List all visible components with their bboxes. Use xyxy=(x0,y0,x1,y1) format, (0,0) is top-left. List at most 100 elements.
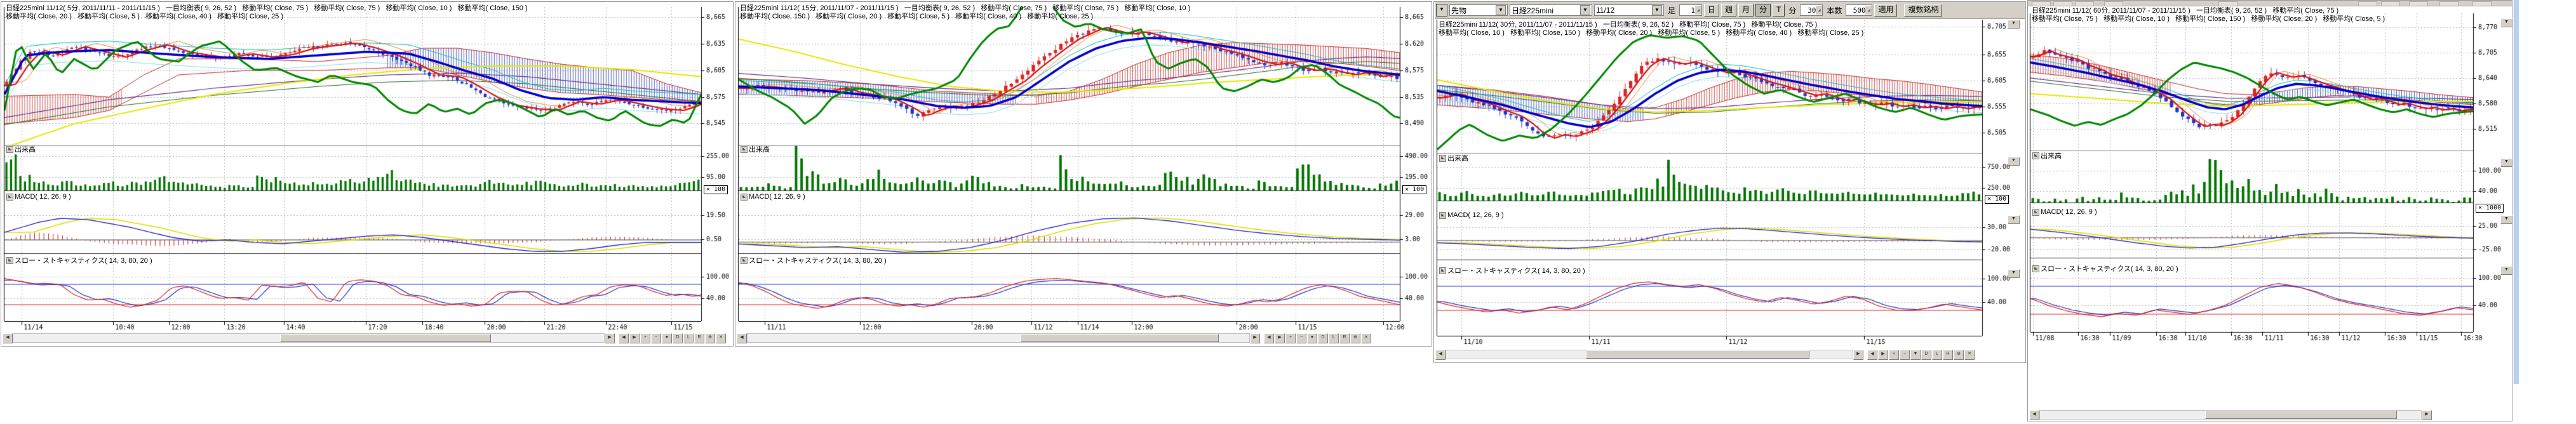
tool-⊕-icon[interactable]: ⊕ xyxy=(1954,350,1964,360)
chart-window-15min: 日経225mini 11/12( 15分, 2011/11/07 - 2011/… xyxy=(735,1,1432,347)
scrollbar-track[interactable] xyxy=(13,333,605,343)
stochastics-pane-collapse-button[interactable]: ▼ xyxy=(2500,266,2512,275)
volume-pane-collapse-button[interactable]: ▼ xyxy=(2008,157,2020,166)
tool-✕-icon[interactable]: ✕ xyxy=(1964,350,1975,360)
pane-marker-icon[interactable]: ◣ xyxy=(1439,155,1446,162)
scroll-left-icon[interactable]: ◀ xyxy=(1435,350,1446,360)
period-tick-button[interactable]: T xyxy=(1773,4,1785,17)
tool-L-icon[interactable]: L xyxy=(1329,333,1339,343)
tool-D-icon[interactable]: D xyxy=(1921,350,1931,360)
count-spinner[interactable]: 500 ◢ xyxy=(1846,4,1872,16)
tool-−-icon[interactable]: − xyxy=(651,333,661,343)
scrollbar-track[interactable] xyxy=(2039,410,2422,420)
bar-count-spinner[interactable]: 1 ◢ xyxy=(1679,4,1702,16)
volume-pane-label: ◣ 出来高 xyxy=(6,144,36,154)
scroll-left-icon[interactable]: ◀ xyxy=(737,333,747,343)
scroll-right-icon[interactable]: ▶ xyxy=(1853,350,1863,360)
horizontal-scrollbar[interactable]: ◀ ▶ xyxy=(2029,410,2511,420)
scrollbar-thumb[interactable] xyxy=(1021,334,1219,342)
scroll-left-icon[interactable]: ◀ xyxy=(3,333,13,343)
tool-✕-icon[interactable]: ✕ xyxy=(716,333,726,343)
tool-+-icon[interactable]: + xyxy=(1285,333,1296,343)
horizontal-scrollbar[interactable]: ◀ ▶ ◀▶+−▼DLR⊕✕ xyxy=(737,333,1430,343)
tool-R-icon[interactable]: R xyxy=(694,333,704,343)
pane-marker-icon[interactable]: ◣ xyxy=(2032,265,2039,272)
scrollbar-thumb[interactable] xyxy=(280,334,491,342)
period-minute-button[interactable]: 分 xyxy=(1755,4,1771,17)
chart-canvas-60min[interactable] xyxy=(2028,1,2512,421)
tool-✕-icon[interactable]: ✕ xyxy=(1361,333,1371,343)
price-pane-collapse-button[interactable]: ▼ xyxy=(2008,20,2020,29)
tool-◀-icon[interactable]: ◀ xyxy=(1867,350,1877,360)
scrollbar-track[interactable] xyxy=(1446,350,1853,359)
pane-marker-icon[interactable]: ◣ xyxy=(6,257,13,264)
tool-⊕-icon[interactable]: ⊕ xyxy=(1350,333,1360,343)
tool-▶-icon[interactable]: ▶ xyxy=(1878,350,1888,360)
macd-pane-collapse-button[interactable]: ▼ xyxy=(2008,215,2020,224)
tool-L-icon[interactable]: L xyxy=(683,333,694,343)
tool-−-icon[interactable]: − xyxy=(1296,333,1306,343)
spinner-icon[interactable]: ◢ xyxy=(1695,6,1701,15)
tool-▼-icon[interactable]: ▼ xyxy=(1910,350,1921,360)
tool-D-icon[interactable]: D xyxy=(1318,333,1328,343)
macd-pane-collapse-button[interactable]: ▼ xyxy=(2500,215,2512,224)
chart-canvas-5min[interactable] xyxy=(1,2,733,346)
tool-▼-icon[interactable]: ▼ xyxy=(662,333,672,343)
multi-symbol-button[interactable]: 複数銘柄 xyxy=(1904,4,1942,17)
tool-▼-icon[interactable]: ▼ xyxy=(1307,333,1317,343)
chevron-down-icon[interactable]: ▼ xyxy=(1580,5,1590,15)
scrollbar-thumb[interactable] xyxy=(2205,411,2397,419)
period-daily-button[interactable]: 日 xyxy=(1704,4,1719,17)
apply-button[interactable]: 適用 xyxy=(1874,4,1897,17)
pane-marker-icon[interactable]: ◣ xyxy=(1439,267,1446,274)
tool-+-icon[interactable]: + xyxy=(640,333,650,343)
symbol-select[interactable]: 日経225mini ▼ xyxy=(1510,4,1592,16)
scrollbar-thumb[interactable] xyxy=(1586,350,1809,359)
horizontal-scrollbar[interactable]: ◀ ▶ ◀▶+−▼DLR⊕✕ xyxy=(3,333,732,343)
scroll-left-icon[interactable]: ◀ xyxy=(2029,410,2039,420)
tool-+-icon[interactable]: + xyxy=(1889,350,1899,360)
scroll-right-icon[interactable]: ▶ xyxy=(2422,410,2432,420)
pane-marker-icon[interactable]: ◣ xyxy=(6,146,13,153)
chart-title-line1: 日経225mini 11/12( 60分, 2011/11/07 - 2011/… xyxy=(2032,7,2338,15)
tool-▶-icon[interactable]: ▶ xyxy=(629,333,640,343)
tool-−-icon[interactable]: − xyxy=(1900,350,1910,360)
period-monthly-button[interactable]: 月 xyxy=(1738,4,1754,17)
pane-marker-icon[interactable]: ◣ xyxy=(1439,212,1446,219)
chevron-down-icon[interactable]: ▼ xyxy=(1496,5,1506,15)
spinner-icon[interactable]: ◢ xyxy=(1865,6,1872,15)
chart-canvas-15min[interactable] xyxy=(735,2,1432,346)
chart-canvas-30min[interactable] xyxy=(1434,2,2025,362)
tool-D-icon[interactable]: D xyxy=(673,333,683,343)
pane-marker-icon[interactable]: ◣ xyxy=(741,194,748,201)
tool-▶-icon[interactable]: ▶ xyxy=(1275,333,1285,343)
period-weekly-button[interactable]: 週 xyxy=(1721,4,1736,17)
scroll-right-icon[interactable]: ▶ xyxy=(1250,333,1260,343)
tool-R-icon[interactable]: R xyxy=(1943,350,1953,360)
volume-pane-title: 出来高 xyxy=(2041,150,2062,161)
chevron-down-icon[interactable]: ▼ xyxy=(1652,5,1662,15)
stochastics-pane-collapse-button[interactable]: ▼ xyxy=(2008,269,2020,278)
pane-marker-icon[interactable]: ◣ xyxy=(741,257,748,264)
market-select[interactable]: 先物 ▼ xyxy=(1449,4,1508,16)
price-pane-collapse-button[interactable]: ▼ xyxy=(2500,18,2512,27)
pane-marker-icon[interactable]: ◣ xyxy=(6,194,13,201)
tool-R-icon[interactable]: R xyxy=(1339,333,1350,343)
pane-marker-icon[interactable]: ◣ xyxy=(741,146,748,153)
minute-spinner[interactable]: 30 ◢ xyxy=(1800,4,1823,16)
pane-marker-icon[interactable]: ◣ xyxy=(2032,152,2039,159)
app-vertical-scrollbar[interactable] xyxy=(2514,0,2519,384)
spinner-icon[interactable]: ◢ xyxy=(1816,6,1822,15)
pane-marker-icon[interactable]: ◣ xyxy=(2032,209,2039,216)
minute-value: 30 xyxy=(1808,6,1816,15)
tool-◀-icon[interactable]: ◀ xyxy=(1264,333,1274,343)
tool-◀-icon[interactable]: ◀ xyxy=(619,333,629,343)
volume-pane-collapse-button[interactable]: ▼ xyxy=(2500,158,2512,167)
scrollbar-track[interactable] xyxy=(747,333,1250,343)
contract-select[interactable]: 11/12 ▼ xyxy=(1594,4,1664,16)
scroll-right-icon[interactable]: ▶ xyxy=(605,333,615,343)
tool-⊕-icon[interactable]: ⊕ xyxy=(705,333,715,343)
tool-L-icon[interactable]: L xyxy=(1932,350,1942,360)
window-menu-button[interactable]: ▼ xyxy=(1436,4,1447,17)
horizontal-scrollbar[interactable]: ◀ ▶ ◀▶+−▼DLR⊕✕ xyxy=(1435,350,2024,359)
